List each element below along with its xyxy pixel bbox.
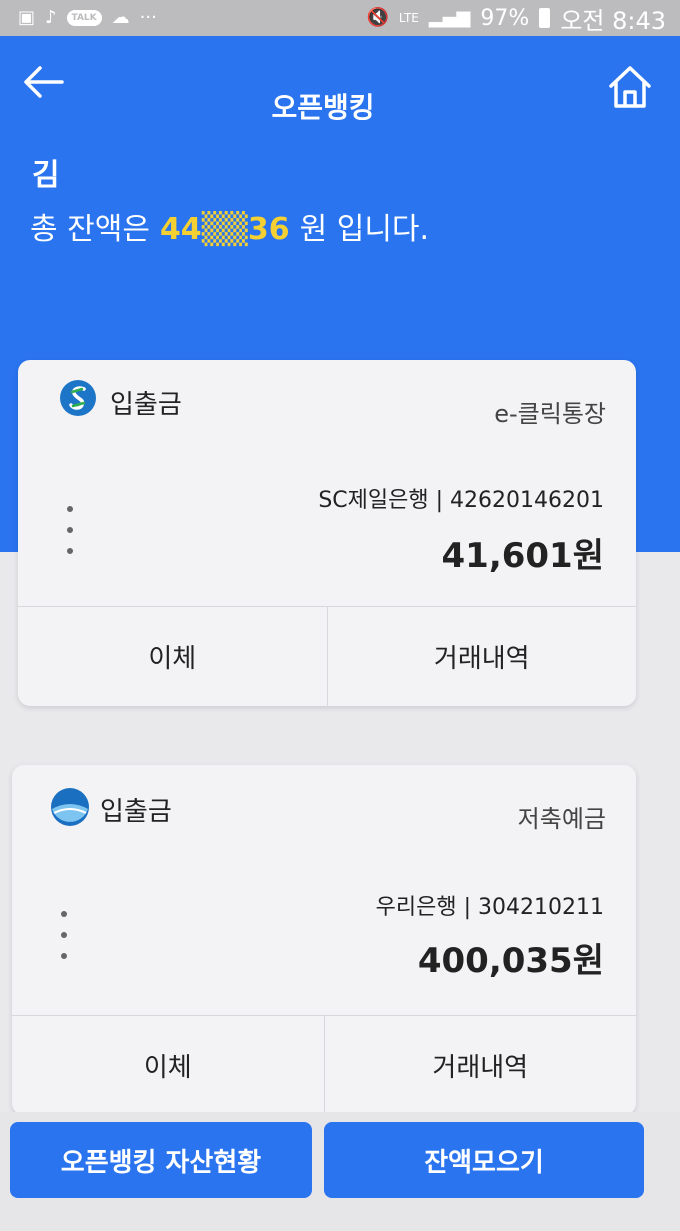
account-balance: 400,035원 [417, 941, 604, 981]
total-balance-line: 총 잔액은 44▒▒36 원 입니다. [30, 204, 429, 248]
product-name: 저축예금 [517, 805, 606, 833]
app-notification-icon: ▣ [18, 7, 36, 28]
history-button[interactable]: 거래내역 [323, 1016, 637, 1115]
collect-balance-button[interactable]: 잔액모으기 [324, 1122, 644, 1198]
total-prefix: 총 잔액은 [30, 212, 150, 247]
product-name: e-클릭통장 [494, 400, 606, 428]
account-number: SC제일은행 | 42620146201 [318, 488, 604, 513]
home-button[interactable] [606, 64, 654, 110]
assets-status-button[interactable]: 오픈뱅킹 자산현황 [10, 1122, 312, 1198]
account-card: 입출금 e-클릭통장 SC제일은행 | 42620146201 41,601원 … [18, 360, 636, 706]
tiktok-icon: ♪ [45, 7, 57, 28]
account-card: 입출금 저축예금 우리은행 | 304210211 400,035원 이체 거래… [12, 765, 636, 1115]
clock: 오전 8:43 [560, 6, 666, 35]
woori-bank-logo-icon [51, 788, 89, 826]
transfer-button[interactable]: 이체 [18, 607, 327, 706]
battery-percent: 97% [480, 5, 530, 31]
network-type: LTE [398, 11, 419, 25]
status-left: ▣ ♪ TALK ☁ ··· [18, 9, 157, 27]
account-type: 입출금 [100, 797, 172, 827]
page-title: 오픈뱅킹 [271, 91, 375, 124]
mute-icon: 🔇 [366, 7, 389, 28]
status-bar: ▣ ♪ TALK ☁ ··· 🔇 LTE ▂▄▆ 97% 오전 8:43 [0, 0, 680, 36]
more-options-icon[interactable] [56, 911, 72, 959]
history-button[interactable]: 거래내역 [326, 607, 637, 706]
owner-name: 김 [32, 158, 60, 193]
more-options-icon[interactable] [62, 506, 78, 554]
total-unit: 원 입니다. [299, 212, 430, 247]
more-notifications-icon: ··· [139, 7, 157, 28]
total-amount: 44▒▒36 [159, 212, 290, 247]
top-bar: 오픈뱅킹 [0, 36, 680, 146]
card-actions: 이체 거래내역 [18, 606, 636, 706]
home-icon [609, 66, 651, 108]
account-type: 입출금 [110, 390, 182, 420]
transfer-button[interactable]: 이체 [12, 1016, 324, 1115]
status-right: 🔇 LTE ▂▄▆ 97% 오전 8:43 [367, 1, 667, 36]
card-actions: 이체 거래내역 [12, 1015, 636, 1115]
battery-icon [539, 8, 551, 28]
card-header: 입출금 저축예금 [12, 765, 636, 855]
account-number: 우리은행 | 304210211 [375, 895, 604, 920]
account-balance: 41,601원 [441, 536, 604, 576]
cloud-icon: ☁ [111, 7, 130, 28]
signal-icon: ▂▄▆ [428, 7, 471, 28]
kakaotalk-icon: TALK [66, 10, 102, 26]
card-header: 입출금 e-클릭통장 [18, 360, 636, 450]
sc-bank-logo-icon [60, 380, 96, 416]
